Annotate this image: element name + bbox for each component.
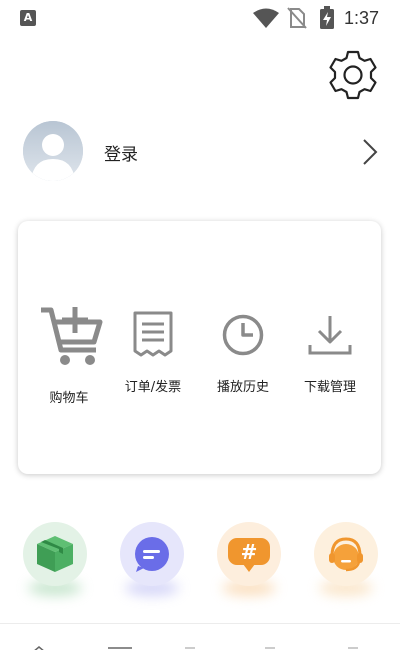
avatar (23, 121, 83, 181)
download-icon (308, 316, 352, 355)
shopping-cart-button[interactable]: 购物车 (34, 302, 104, 412)
notification-a-icon: A (20, 10, 36, 26)
screen: A 1:37 登录 购物车 订单/发票 播放历史 下载管理 # (0, 0, 400, 650)
status-time: 1:37 (344, 8, 380, 28)
login-label: 登录 (104, 145, 138, 165)
settings-button[interactable] (328, 48, 378, 102)
package-shortcut-button[interactable] (23, 522, 87, 586)
orders-invoice-label: 订单/发票 (124, 380, 182, 395)
svg-text:#: # (241, 540, 258, 564)
chevron-right-icon (363, 139, 378, 165)
default-avatar-icon (23, 121, 83, 181)
bottom-navigation-bar (0, 623, 400, 650)
download-manager-button[interactable]: 下载管理 (295, 313, 365, 403)
wifi-icon (253, 8, 279, 28)
no-sim-icon (287, 7, 307, 29)
battery-charging-icon (320, 6, 334, 29)
shopping-cart-icon (41, 307, 103, 365)
customer-service-icon (329, 537, 363, 572)
package-box-icon (37, 536, 73, 572)
orders-invoice-button[interactable]: 订单/发票 (116, 311, 190, 401)
message-shortcut-button[interactable] (120, 522, 184, 586)
hashtag-bubble-icon: # (228, 538, 270, 572)
status-bar: A 1:37 (0, 0, 400, 36)
gear-icon (329, 50, 377, 100)
topic-shortcut-button[interactable]: # (217, 522, 281, 586)
download-manager-label: 下载管理 (303, 380, 356, 395)
clock-icon (222, 314, 264, 356)
customer-service-shortcut-button[interactable] (314, 522, 378, 586)
play-history-label: 播放历史 (216, 380, 269, 395)
profile-login-row[interactable]: 登录 (0, 118, 400, 184)
home-tab-icon[interactable] (32, 646, 46, 650)
shopping-cart-label: 购物车 (49, 391, 89, 406)
play-history-button[interactable]: 播放历史 (208, 313, 278, 403)
quick-actions-card: 购物车 订单/发票 播放历史 下载管理 (18, 221, 381, 474)
message-bubble-icon (135, 537, 169, 572)
receipt-icon (133, 311, 173, 357)
